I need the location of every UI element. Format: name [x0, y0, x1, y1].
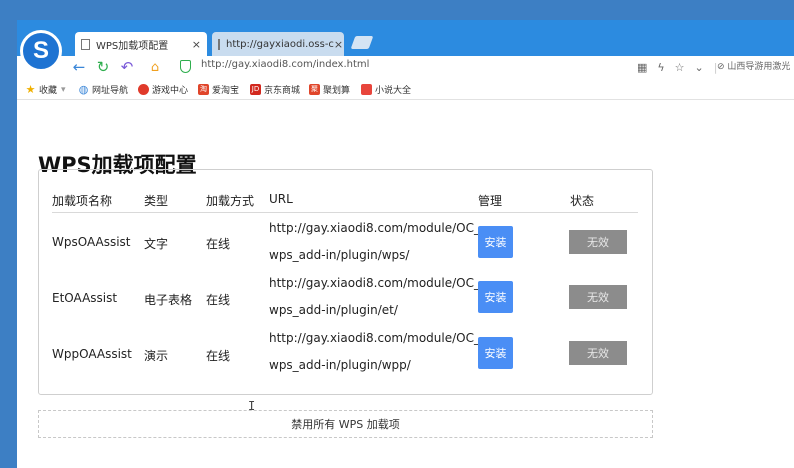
- browser-window: S WPS加载项配置 × http://gayxiaodi.oss-c × ← …: [17, 20, 794, 468]
- url-line: wps_add-in/plugin/wpp/: [269, 358, 411, 372]
- close-icon[interactable]: ×: [334, 38, 343, 51]
- undo-icon[interactable]: ↶: [117, 56, 137, 78]
- row-name: WpsOAAssist: [52, 235, 131, 249]
- toolbar-right-tools: ▦ ϟ ☆ ⌄ |: [637, 56, 717, 78]
- disable-all-button[interactable]: 禁用所有 WPS 加载项: [38, 410, 653, 438]
- header-name: 加载项名称: [52, 194, 113, 208]
- status-button[interactable]: 无效: [569, 230, 627, 254]
- bookmark-novels[interactable]: 小说大全: [361, 83, 411, 96]
- row-url: http://gay.xiaodi8.com/module/OC_ wps_ad…: [269, 325, 480, 379]
- browser-logo-icon[interactable]: S: [20, 30, 62, 72]
- status-button[interactable]: 无效: [569, 285, 627, 309]
- row-url: http://gay.xiaodi8.com/module/OC_ wps_ad…: [269, 215, 480, 269]
- lightning-icon[interactable]: ϟ: [657, 61, 664, 74]
- close-icon[interactable]: ×: [192, 38, 201, 51]
- search-input[interactable]: ⊘ 山西导游用激光: [717, 59, 794, 72]
- url-line: http://gay.xiaodi8.com/module/OC_: [269, 276, 480, 290]
- bookmark-jd[interactable]: JD 京东商城: [250, 83, 300, 96]
- bookmark-label: 游戏中心: [152, 86, 189, 96]
- bookmark-favorites[interactable]: ★ 收藏 ▾: [25, 83, 66, 96]
- home-icon[interactable]: ⌂: [145, 56, 165, 78]
- bookmark-taobao[interactable]: 淘 爱淘宝: [198, 83, 239, 96]
- url-line: http://gay.xiaodi8.com/module/OC_: [269, 331, 480, 345]
- bookmark-label: 小说大全: [375, 86, 412, 96]
- page-content: WPS加载项配置 加载项名称 类型 加载方式 URL 管理 状态 WpsOAAs…: [17, 101, 794, 468]
- star-icon[interactable]: ☆: [675, 61, 685, 74]
- taobao-icon: 淘: [198, 84, 209, 95]
- page-icon: [81, 38, 90, 50]
- page-icon: [218, 38, 220, 50]
- row-type: 电子表格: [144, 293, 193, 307]
- bookmark-label: 聚划算: [323, 86, 351, 96]
- search-icon: ⊘: [717, 62, 725, 72]
- row-name: WppOAAssist: [52, 347, 132, 361]
- tab-label: http://gayxiaodi.oss-c: [226, 38, 334, 50]
- row-mode: 在线: [206, 293, 231, 307]
- chevron-down-icon[interactable]: ⌄: [695, 61, 704, 74]
- row-mode: 在线: [206, 349, 231, 363]
- tab-label: WPS加载项配置: [96, 40, 169, 52]
- jd-icon: JD: [250, 84, 261, 95]
- bookmark-label: 网址导航: [92, 86, 129, 96]
- bookmark-label: 京东商城: [264, 86, 301, 96]
- shield-icon: [180, 60, 191, 73]
- star-icon: ★: [25, 83, 36, 96]
- game-icon: [138, 84, 149, 95]
- search-placeholder: 山西导游用激光: [727, 62, 791, 72]
- install-button[interactable]: 安装: [478, 226, 513, 258]
- install-button[interactable]: 安装: [478, 281, 513, 313]
- header-mode: 加载方式: [206, 194, 255, 208]
- row-name: EtOAAssist: [52, 291, 118, 305]
- row-type: 文字: [144, 237, 169, 251]
- back-icon[interactable]: ←: [69, 56, 89, 78]
- globe-icon: ◍: [78, 83, 89, 96]
- install-button[interactable]: 安装: [478, 337, 513, 369]
- refresh-icon[interactable]: ↻: [93, 56, 113, 78]
- header-divider: [52, 212, 638, 213]
- header-url: URL: [269, 192, 293, 206]
- bookmark-games[interactable]: 游戏中心: [138, 83, 188, 96]
- url-line: wps_add-in/plugin/wps/: [269, 248, 410, 262]
- bookmark-label: 收藏: [39, 86, 58, 96]
- chevron-down-icon: ▾: [61, 84, 66, 95]
- header-type: 类型: [144, 194, 169, 208]
- address-bar[interactable]: http://gay.xiaodi8.com/index.html: [201, 59, 369, 70]
- bookmarks-bar: ★ 收藏 ▾ ◍ 网址导航 游戏中心 淘 爱淘宝 JD 京东商城 聚 聚划算 小…: [17, 80, 794, 100]
- tab-wps-config[interactable]: WPS加载项配置 ×: [75, 32, 207, 56]
- tab-oss[interactable]: http://gayxiaodi.oss-c ×: [212, 32, 344, 56]
- juhuasuan-icon: 聚: [309, 84, 320, 95]
- new-tab-button[interactable]: [350, 36, 374, 49]
- bookmark-label: 爱淘宝: [212, 86, 240, 96]
- row-type: 演示: [144, 349, 169, 363]
- address-toolbar: ← ↻ ↶ ⌂ http://gay.xiaodi8.com/index.htm…: [17, 56, 794, 78]
- bookmark-juhuasuan[interactable]: 聚 聚划算: [309, 83, 350, 96]
- bookmark-nav[interactable]: ◍ 网址导航: [78, 83, 128, 96]
- addin-table: 加载项名称 类型 加载方式 URL 管理 状态 WpsOAAssist 文字 在…: [38, 169, 653, 395]
- header-manage: 管理: [478, 194, 503, 208]
- url-line: wps_add-in/plugin/et/: [269, 303, 398, 317]
- row-mode: 在线: [206, 237, 231, 251]
- novel-icon: [361, 84, 372, 95]
- tab-strip: S WPS加载项配置 × http://gayxiaodi.oss-c ×: [17, 20, 794, 72]
- grid-icon[interactable]: ▦: [637, 61, 647, 74]
- header-status: 状态: [570, 194, 595, 208]
- row-url: http://gay.xiaodi8.com/module/OC_ wps_ad…: [269, 270, 480, 324]
- url-line: http://gay.xiaodi8.com/module/OC_: [269, 221, 480, 235]
- status-button[interactable]: 无效: [569, 341, 627, 365]
